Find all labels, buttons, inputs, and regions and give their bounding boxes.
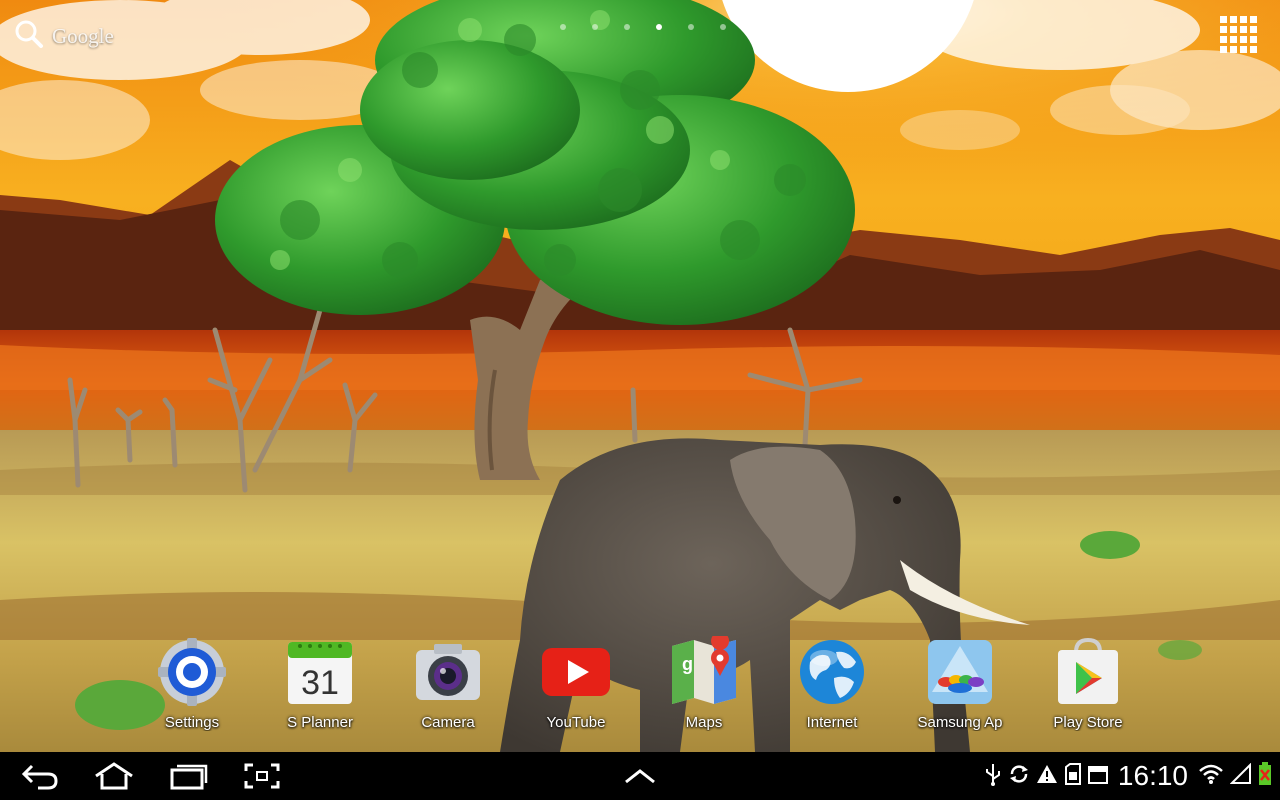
google-search-label: Google bbox=[52, 23, 114, 48]
system-navigation-bar: 16:10 bbox=[0, 752, 1280, 800]
search-icon bbox=[14, 19, 44, 54]
page-indicator bbox=[560, 24, 758, 30]
app-maps[interactable]: g Maps bbox=[644, 632, 764, 731]
app-label: Settings bbox=[164, 714, 220, 731]
usb-icon bbox=[984, 762, 1002, 791]
app-s-planner[interactable]: 31 S Planner bbox=[260, 632, 380, 731]
app-samsung-apps[interactable]: Samsung Ap bbox=[900, 632, 1020, 731]
page-dot bbox=[560, 24, 566, 30]
app-label: S Planner bbox=[287, 714, 353, 731]
youtube-icon bbox=[540, 636, 612, 708]
app-label: Play Store bbox=[1053, 714, 1123, 731]
wifi-icon bbox=[1198, 763, 1224, 790]
globe-icon bbox=[796, 636, 868, 708]
warning-icon bbox=[1036, 764, 1058, 789]
page-dot bbox=[592, 24, 598, 30]
screenshot-icon bbox=[244, 763, 280, 789]
status-clock: 16:10 bbox=[1117, 760, 1188, 791]
back-icon bbox=[21, 764, 58, 790]
calendar-notification-icon bbox=[1087, 764, 1108, 789]
settings-gear-icon bbox=[156, 636, 228, 708]
page-dot bbox=[656, 24, 662, 30]
app-label: Internet bbox=[806, 714, 858, 731]
home-icon bbox=[95, 762, 133, 790]
home-dock: Settings 31 S Planner Camera YouTube g M… bbox=[0, 632, 1280, 742]
maps-icon: g bbox=[668, 632, 740, 708]
battery-icon bbox=[1258, 761, 1272, 791]
apps-grid-button[interactable] bbox=[1218, 14, 1262, 58]
play-store-icon bbox=[1052, 636, 1124, 708]
app-settings[interactable]: Settings bbox=[132, 632, 252, 731]
back-button[interactable] bbox=[14, 758, 66, 794]
app-play-store[interactable]: Play Store bbox=[1028, 632, 1148, 731]
app-internet[interactable]: Internet bbox=[772, 632, 892, 731]
mini-app-tray-button[interactable] bbox=[614, 758, 666, 794]
page-dot bbox=[720, 24, 726, 30]
page-dot bbox=[688, 24, 694, 30]
app-label: YouTube bbox=[546, 714, 606, 731]
recent-apps-icon bbox=[170, 764, 208, 790]
page-dot bbox=[752, 24, 758, 30]
sd-card-icon bbox=[1064, 762, 1082, 790]
google-search-bar[interactable]: Google bbox=[14, 18, 114, 54]
svg-text:g: g bbox=[682, 654, 693, 674]
app-youtube[interactable]: YouTube bbox=[516, 632, 636, 731]
screenshot-button[interactable] bbox=[236, 758, 288, 794]
recent-apps-button[interactable] bbox=[162, 758, 214, 794]
app-label: Maps bbox=[685, 714, 723, 731]
calendar-day: 31 bbox=[301, 664, 339, 702]
page-dot bbox=[624, 24, 630, 30]
sync-icon bbox=[1008, 763, 1030, 790]
home-button[interactable] bbox=[88, 758, 140, 794]
samsung-apps-icon bbox=[924, 636, 996, 708]
app-camera[interactable]: Camera bbox=[388, 632, 508, 731]
calendar-icon: 31 bbox=[284, 636, 356, 708]
chevron-up-icon bbox=[625, 769, 655, 784]
camera-icon bbox=[412, 636, 484, 708]
status-area[interactable]: 16:10 bbox=[984, 752, 1272, 800]
app-label: Samsung Ap bbox=[917, 714, 1003, 731]
signal-icon bbox=[1229, 762, 1252, 790]
app-label: Camera bbox=[421, 714, 475, 731]
apps-grid-icon bbox=[1220, 16, 1257, 53]
